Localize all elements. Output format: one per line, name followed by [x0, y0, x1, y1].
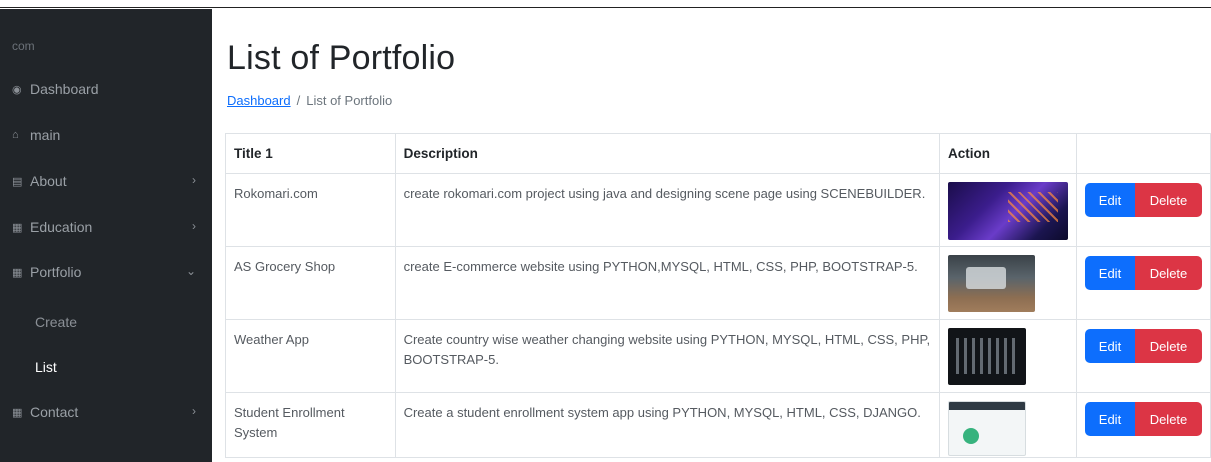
chevron-down-icon: ⌄: [185, 264, 196, 278]
top-border: [0, 0, 1211, 8]
cell-actions: Edit Delete: [1075, 392, 1211, 458]
edit-button[interactable]: Edit: [1084, 256, 1135, 290]
table-row: Rokomari.com create rokomari.com project…: [225, 173, 1211, 247]
cell-title: Rokomari.com: [225, 173, 396, 247]
main-content: List of Portfolio Dashboard / List of Port…: [212, 9, 1211, 462]
delete-button[interactable]: Delete: [1134, 402, 1202, 436]
sidebar-item-label: Education: [30, 219, 93, 235]
table-row: Weather App Create country wise weather …: [225, 319, 1211, 393]
edit-button[interactable]: Edit: [1084, 183, 1135, 217]
cell-image: [938, 319, 1077, 393]
chevron-right-icon: ›: [192, 173, 196, 187]
project-thumbnail: [947, 255, 1035, 312]
sidebar-item-label: main: [30, 127, 61, 143]
breadcrumb: Dashboard / List of Portfolio: [227, 93, 392, 108]
sidebar-item-portfolio[interactable]: ▦ Portfolio ⌄: [0, 252, 212, 292]
home-icon: ⌂: [12, 129, 19, 141]
delete-button[interactable]: Delete: [1134, 183, 1202, 217]
sidebar-subitem-label: List: [35, 359, 57, 375]
cell-description: Create country wise weather changing web…: [394, 319, 940, 393]
sidebar-item-main[interactable]: ⌂ main: [0, 115, 212, 155]
cell-image: [938, 392, 1077, 458]
project-thumbnail: [947, 401, 1026, 456]
cell-title: AS Grocery Shop: [225, 246, 396, 320]
cell-image: [938, 246, 1077, 320]
sidebar-subitem-list[interactable]: List: [0, 347, 212, 387]
cell-actions: Edit Delete: [1075, 173, 1211, 247]
table-icon: ▦: [12, 406, 23, 419]
sidebar-item-label: Portfolio: [30, 264, 82, 280]
page-title: List of Portfolio: [227, 39, 456, 77]
edit-button[interactable]: Edit: [1084, 329, 1135, 363]
cell-actions: Edit Delete: [1075, 246, 1211, 320]
cell-description: create E-commerce website using PYTHON,M…: [394, 246, 940, 320]
breadcrumb-current: List of Portfolio: [306, 93, 393, 108]
column-header-description: Description: [394, 133, 940, 174]
project-thumbnail: [947, 328, 1026, 385]
column-header-title: Title 1: [225, 133, 396, 174]
sidebar-item-about[interactable]: ▤ About ›: [0, 161, 212, 201]
cell-title: Student Enrollment System: [225, 392, 396, 458]
column-header-action: Action: [938, 133, 1077, 174]
delete-button[interactable]: Delete: [1134, 256, 1202, 290]
columns-icon: ▤: [12, 175, 23, 188]
chevron-right-icon: ›: [192, 219, 196, 233]
chevron-right-icon: ›: [192, 404, 196, 418]
table-row: Student Enrollment System Create a stude…: [225, 392, 1211, 458]
table-row: AS Grocery Shop create E-commerce websit…: [225, 246, 1211, 320]
cell-actions: Edit Delete: [1075, 319, 1211, 393]
portfolio-table: Title 1 Description Action Rokomari.com …: [225, 133, 1211, 458]
project-thumbnail: [947, 182, 1068, 240]
sidebar-item-education[interactable]: ▦ Education ›: [0, 207, 212, 247]
sidebar-item-label: About: [30, 173, 67, 189]
sidebar-item-label: Dashboard: [30, 81, 99, 97]
sidebar-subitem-label: Create: [35, 314, 78, 330]
sidebar-brand[interactable]: com: [12, 39, 35, 53]
sidebar-subitem-create[interactable]: Create: [0, 302, 212, 342]
cell-description: create rokomari.com project using java a…: [394, 173, 940, 247]
table-icon: ▦: [12, 266, 23, 279]
edit-button[interactable]: Edit: [1084, 402, 1135, 436]
cell-description: Create a student enrollment system app u…: [394, 392, 940, 458]
sidebar: com ◉ Dashboard ⌂ main ▤ About › ▦ Educa…: [0, 9, 212, 462]
table-icon: ▦: [12, 221, 23, 234]
breadcrumb-dashboard-link[interactable]: Dashboard: [227, 93, 291, 108]
breadcrumb-separator: /: [296, 93, 301, 108]
sidebar-item-label: Contact: [30, 404, 79, 420]
column-header-buttons: [1075, 133, 1211, 174]
sidebar-item-dashboard[interactable]: ◉ Dashboard: [0, 69, 212, 109]
cell-title: Weather App: [225, 319, 396, 393]
speedometer-icon: ◉: [12, 83, 22, 96]
table-header-row: Title 1 Description Action: [225, 133, 1211, 174]
cell-image: [938, 173, 1077, 247]
sidebar-item-contact[interactable]: ▦ Contact ›: [0, 392, 212, 432]
delete-button[interactable]: Delete: [1134, 329, 1202, 363]
